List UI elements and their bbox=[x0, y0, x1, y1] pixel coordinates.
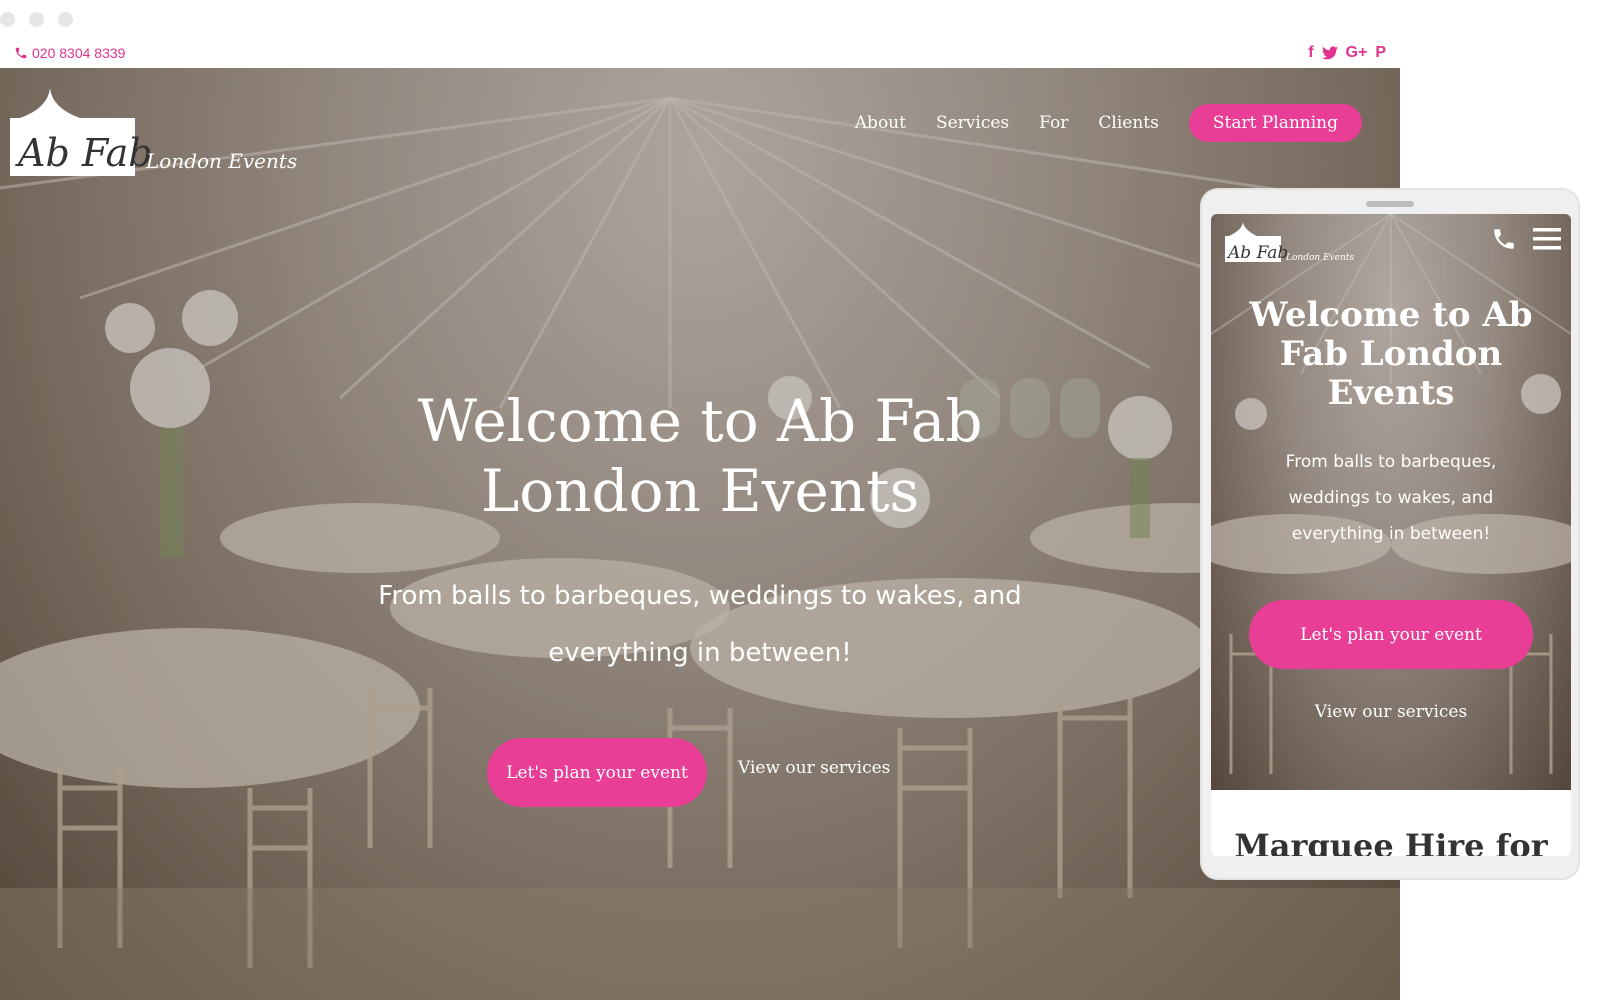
mobile-logo-sub-text: London Events bbox=[1285, 253, 1354, 263]
mobile-phone-icon[interactable] bbox=[1491, 226, 1517, 252]
nav-item-clients[interactable]: Clients bbox=[1098, 113, 1158, 133]
mobile-hero: Ab Fab London Events Welcome to Ab Fab L… bbox=[1211, 214, 1571, 790]
desktop-site: 020 8304 8339 f G+ P Ab Fab London Event… bbox=[0, 38, 1400, 1000]
hero-subtitle: From balls to barbeques, weddings to wak… bbox=[378, 581, 1022, 668]
hero-title: Welcome to Ab Fab London Events bbox=[417, 387, 983, 525]
social-links: f G+ P bbox=[1308, 44, 1386, 62]
mobile-view-services-link[interactable]: View our services bbox=[1211, 702, 1571, 722]
hero-overlay bbox=[0, 68, 1400, 1000]
mobile-brand-logo[interactable]: Ab Fab London Events bbox=[1225, 216, 1355, 264]
pinterest-icon[interactable]: P bbox=[1375, 44, 1386, 62]
mobile-section-heading: Marquee Hire for bbox=[1234, 827, 1548, 856]
mobile-hero-title: Welcome to Ab Fab London Events bbox=[1249, 295, 1533, 413]
device-speaker bbox=[1366, 201, 1414, 207]
mobile-device-frame: Ab Fab London Events Welcome to Ab Fab L… bbox=[1200, 188, 1580, 880]
phone-number: 020 8304 8339 bbox=[32, 45, 126, 61]
google-plus-icon[interactable]: G+ bbox=[1346, 44, 1368, 62]
window-controls bbox=[0, 12, 73, 27]
twitter-icon[interactable] bbox=[1321, 46, 1338, 60]
window-minimize-dot[interactable] bbox=[29, 12, 44, 27]
window-close-dot[interactable] bbox=[0, 12, 15, 27]
nav-item-services[interactable]: Services bbox=[936, 113, 1009, 133]
phone-contact[interactable]: 020 8304 8339 bbox=[14, 45, 125, 61]
main-nav: About Services For Clients Start Plannin… bbox=[855, 104, 1362, 142]
plan-event-button[interactable]: Let's plan your event bbox=[487, 738, 707, 807]
phone-icon bbox=[15, 47, 27, 59]
window-maximize-dot[interactable] bbox=[58, 12, 73, 27]
hero-section: Ab Fab London Events About Services For … bbox=[0, 68, 1400, 1000]
facebook-icon[interactable]: f bbox=[1308, 44, 1313, 62]
mobile-plan-event-button[interactable]: Let's plan your event bbox=[1249, 600, 1533, 669]
brand-logo[interactable]: Ab Fab London Events bbox=[10, 78, 300, 178]
nav-item-about[interactable]: About bbox=[855, 113, 906, 133]
start-planning-button[interactable]: Start Planning bbox=[1188, 104, 1362, 142]
view-services-link[interactable]: View our services bbox=[738, 758, 890, 778]
logo-sub-text: London Events bbox=[145, 149, 297, 173]
logo-main-text: Ab Fab bbox=[15, 131, 153, 175]
mobile-hero-subtitle: From balls to barbeques, weddings to wak… bbox=[1285, 452, 1497, 544]
top-bar: 020 8304 8339 f G+ P bbox=[0, 38, 1400, 68]
nav-item-for[interactable]: For bbox=[1039, 113, 1068, 133]
mobile-screen: Ab Fab London Events Welcome to Ab Fab L… bbox=[1211, 214, 1571, 856]
mobile-logo-main-text: Ab Fab bbox=[1226, 243, 1288, 263]
hamburger-menu-icon[interactable] bbox=[1533, 228, 1561, 250]
